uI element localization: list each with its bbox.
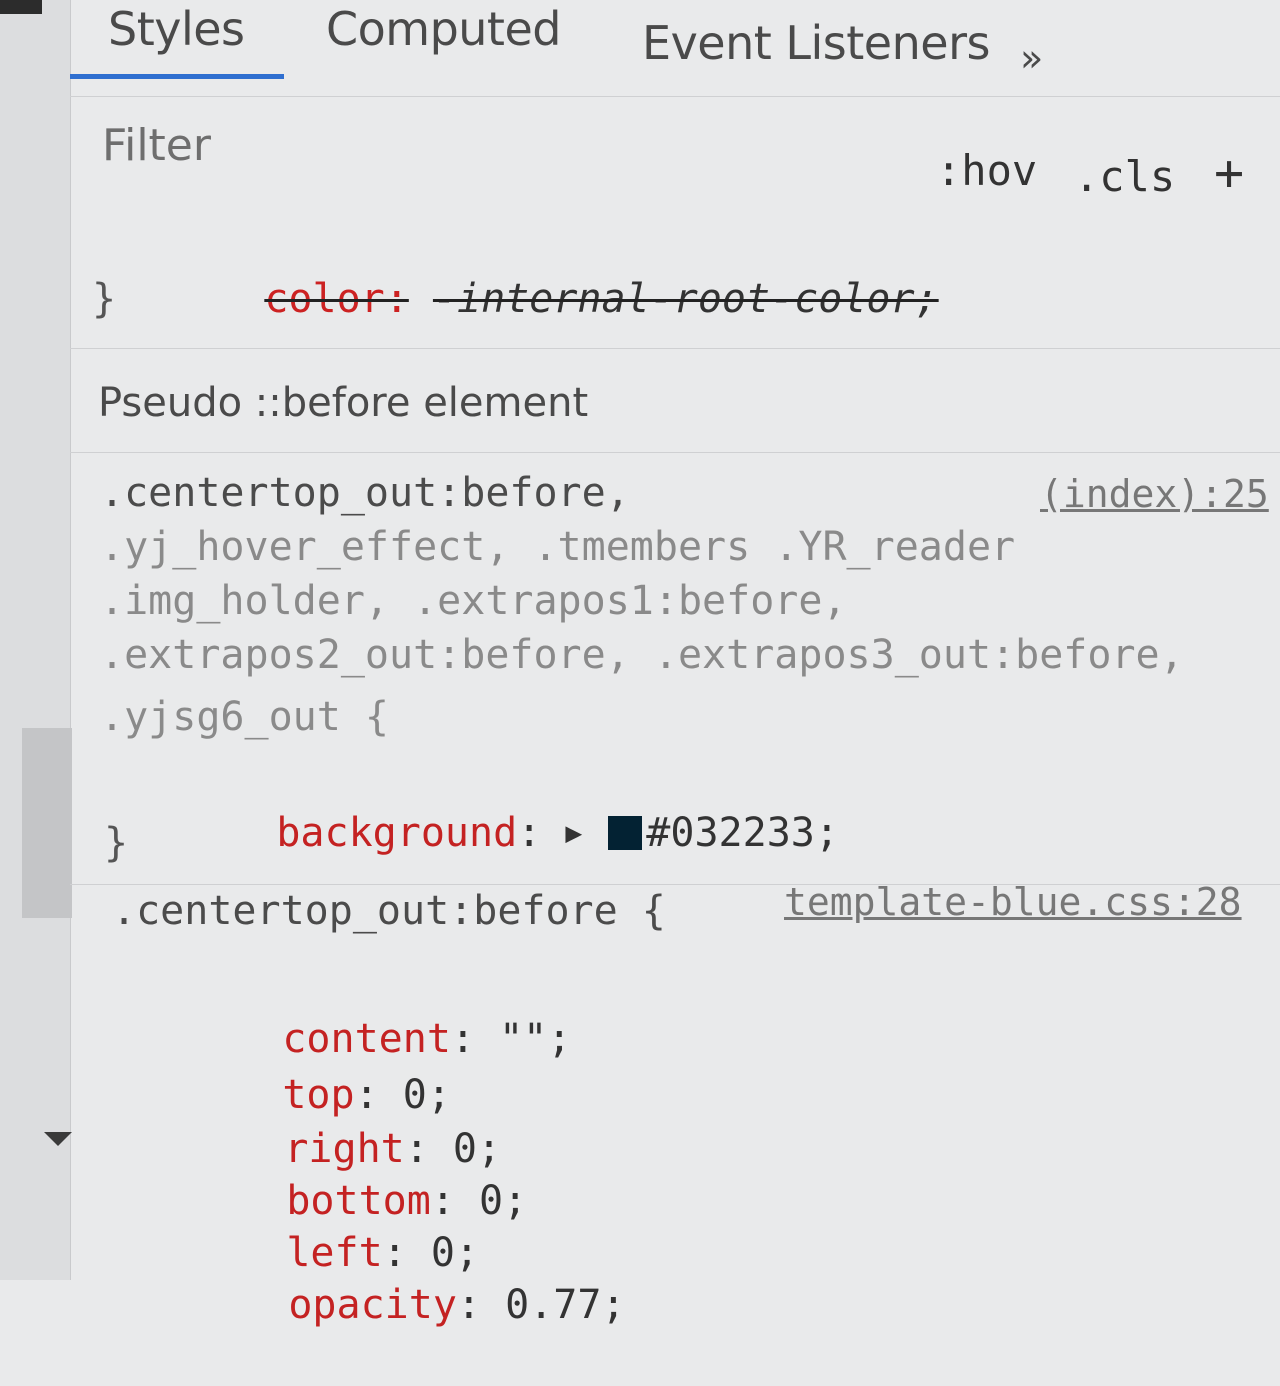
hov-toggle-button[interactable]: :hov	[936, 146, 1037, 195]
color-swatch[interactable]	[608, 816, 643, 850]
styles-pane: Styles Computed Event Listeners » :hov .…	[70, 0, 1280, 1328]
section-divider	[70, 452, 1280, 453]
source-link-template-blue[interactable]: template-blue.css:28	[784, 880, 1242, 924]
rule-selector-line[interactable]: .centertop_out:before,	[100, 466, 630, 520]
filter-toolbar: :hov .cls +	[70, 96, 1280, 216]
declaration-opacity[interactable]: opacity: 0.77;	[192, 1224, 625, 1386]
scrollbar-thumb[interactable]	[22, 728, 72, 918]
left-gutter	[0, 0, 72, 1280]
rule-selector-line[interactable]: .img_holder, .extrapos1:before,	[100, 574, 847, 628]
tab-styles[interactable]: Styles	[108, 2, 245, 56]
overridden-property-value: -internal-root-color;	[432, 276, 939, 322]
filter-input[interactable]	[100, 116, 664, 174]
property-value[interactable]: 0;	[479, 1178, 527, 1224]
property-value[interactable]: #032233;	[646, 810, 839, 856]
property-value[interactable]: "";	[499, 1016, 571, 1062]
rule-close-brace: }	[92, 276, 117, 322]
pseudo-element-header: Pseudo ::before element	[98, 380, 589, 426]
cls-toggle-button[interactable]: .cls	[1074, 152, 1175, 201]
expand-triangle-icon[interactable]: ▶	[565, 806, 582, 860]
scroll-down-arrow-icon[interactable]	[44, 1132, 72, 1146]
new-style-rule-button[interactable]: +	[1214, 144, 1244, 202]
corner-marker	[0, 0, 42, 14]
rule-selector-line[interactable]: .yjsg6_out {	[100, 690, 389, 744]
tab-computed[interactable]: Computed	[326, 2, 561, 56]
property-name[interactable]: opacity	[288, 1282, 457, 1328]
section-divider	[70, 348, 1280, 349]
overridden-property-name: color:	[264, 276, 409, 322]
overridden-declaration[interactable]: color: -internal-root-color;	[168, 218, 939, 380]
tab-event-listeners[interactable]: Event Listeners	[642, 16, 990, 70]
property-value[interactable]: 0.77;	[505, 1282, 625, 1328]
source-link-index[interactable]: (index):25	[1040, 472, 1269, 516]
active-tab-indicator	[70, 74, 284, 79]
rule-selector-line[interactable]: .extrapos2_out:before, .extrapos3_out:be…	[100, 628, 1184, 682]
rule-close-brace: }	[104, 820, 129, 866]
more-tabs-icon[interactable]: »	[1020, 36, 1043, 80]
tab-bar: Styles Computed Event Listeners »	[70, 0, 1280, 97]
rule-selector-line[interactable]: .centertop_out:before {	[112, 884, 666, 938]
property-name[interactable]: background	[276, 810, 517, 856]
rule-selector-line[interactable]: .yj_hover_effect, .tmembers .YR_reader	[100, 520, 1015, 574]
